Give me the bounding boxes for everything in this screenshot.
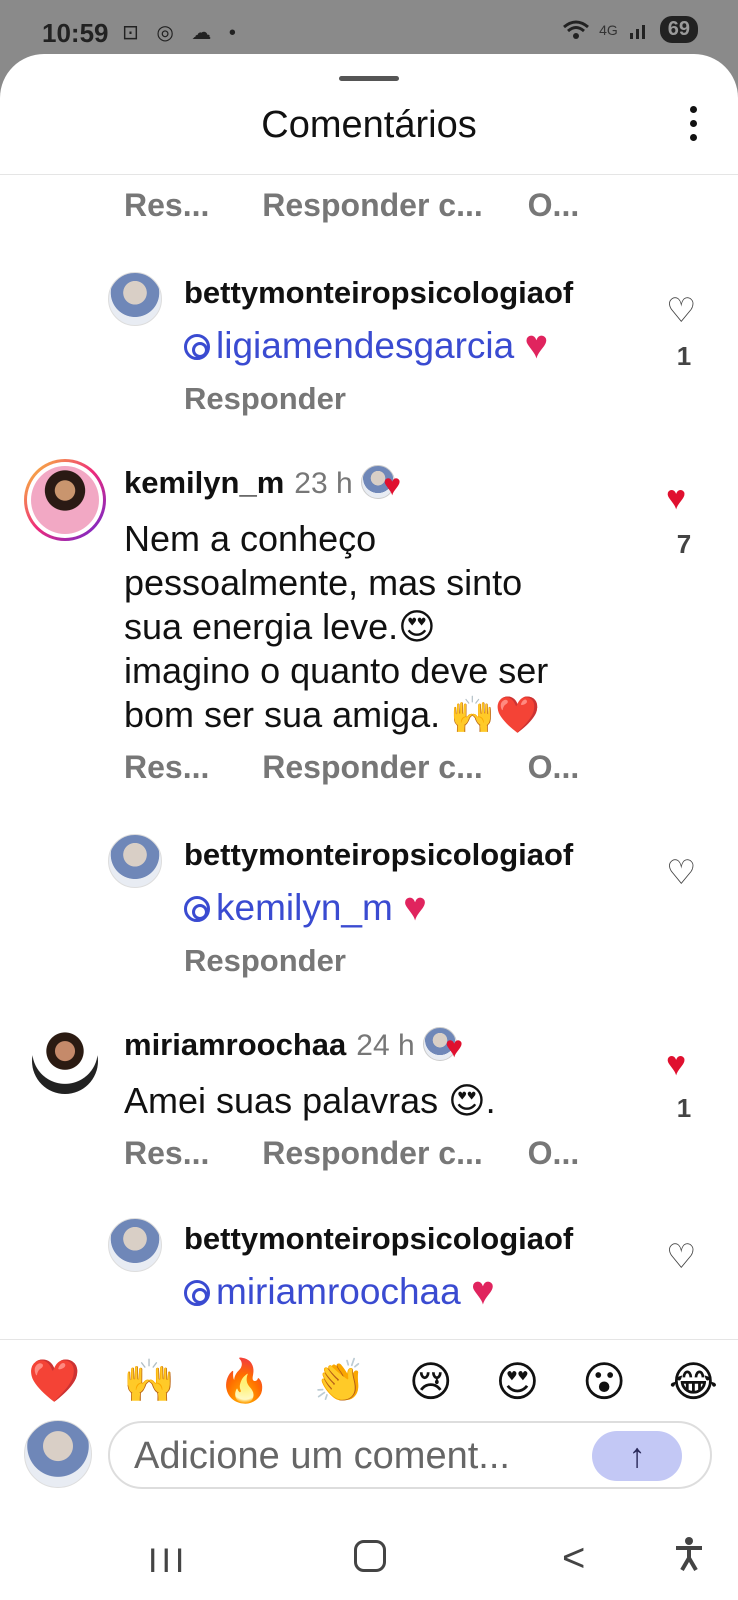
comment-username[interactable]: bettymonteiropsicologiaof	[184, 837, 573, 873]
heart-emoji: ♥	[403, 885, 427, 929]
comment-input[interactable]: Adicione um coment... ↑	[108, 1421, 712, 1489]
emoji-fire-button[interactable]: 🔥	[218, 1357, 270, 1406]
more-actions-link[interactable]: O...	[528, 749, 580, 785]
composer-divider	[0, 1339, 738, 1340]
page-title: Comentários	[261, 104, 477, 146]
mention-text: miriamroochaa	[216, 1271, 461, 1312]
comment-username[interactable]: bettymonteiropsicologiaof	[184, 1221, 573, 1257]
comment-actions: Res... Responder c... O...	[124, 749, 579, 786]
avatar-photo	[31, 466, 99, 534]
avatar[interactable]	[32, 1028, 98, 1094]
notification-icons: ⊡ ◎ ☁ •	[122, 22, 242, 44]
comment-text-line: sua energia leve.😍	[124, 606, 436, 647]
back-icon[interactable]: <	[562, 1536, 585, 1581]
reply-button[interactable]: Responder	[184, 943, 346, 979]
mention-text: kemilyn_m	[216, 887, 393, 928]
system-nav-bar: III <	[0, 1500, 738, 1600]
emoji-raised-hands-button[interactable]: 🙌	[123, 1357, 175, 1406]
comment-actions: Res... Responder c... O...	[124, 1135, 579, 1172]
reply-short-link[interactable]: Res...	[124, 749, 209, 785]
comment-actions: Res... Responder c... O...	[124, 187, 579, 224]
status-time: 10:59	[42, 18, 109, 48]
heart-filled-icon[interactable]: ♥	[666, 1045, 686, 1084]
reply-to-link[interactable]: Responder c...	[262, 1135, 483, 1171]
reply-button[interactable]: Responder	[184, 381, 346, 417]
comment-header: kemilyn_m 23 h ♥	[124, 465, 401, 503]
reply-short-link[interactable]: Res...	[124, 187, 209, 223]
comment-text: Nem a conheço pessoalmente, mas sinto su…	[124, 517, 644, 737]
like-count: 1	[676, 341, 692, 371]
reply-to-link[interactable]: Responder c...	[262, 187, 483, 223]
emoji-surprised-button[interactable]: 😮	[582, 1357, 626, 1406]
emoji-heart-button[interactable]: ❤️	[28, 1357, 80, 1406]
comment-text-line: Nem a conheço	[124, 518, 377, 559]
battery-indicator: 69	[659, 16, 698, 43]
comment-list[interactable]: Res... Responder c... O... bettymonteiro…	[0, 175, 738, 1393]
threads-icon	[184, 1280, 210, 1306]
reply-short-link[interactable]: Res...	[124, 1135, 209, 1171]
comment-input-placeholder: Adicione um coment...	[134, 1435, 510, 1477]
emoji-laughing-button[interactable]: 😂	[669, 1357, 718, 1406]
heart-emoji: ♥	[524, 323, 549, 367]
threads-icon	[184, 896, 210, 922]
mention-link[interactable]: ligiamendesgarcia ♥	[184, 323, 548, 368]
home-icon[interactable]	[354, 1540, 386, 1572]
more-actions-link[interactable]: O...	[528, 1135, 580, 1171]
heart-filled-icon[interactable]: ♥	[666, 479, 686, 518]
signal-icon	[629, 24, 645, 39]
sheet-grabber[interactable]	[339, 76, 399, 81]
status-bar: 10:59 ⊡ ◎ ☁ • 4G 69	[0, 0, 738, 62]
threads-icon	[184, 334, 210, 360]
avatar[interactable]	[24, 459, 106, 541]
quick-emoji-bar: ❤️ 🙌 🔥 👏 😢 😍 😮 😂	[28, 1357, 718, 1406]
emoji-crying-button[interactable]: 😢	[409, 1357, 453, 1406]
creator-heart-icon: ♥	[383, 469, 402, 502]
comment-time: 23 h	[294, 467, 353, 500]
accessibility-glyph	[676, 1537, 702, 1572]
accessibility-icon[interactable]	[674, 1536, 704, 1581]
avatar[interactable]	[108, 1218, 162, 1272]
comment-text: Amei suas palavras 😍.	[124, 1080, 496, 1121]
comment-text-line: pessoalmente, mas sinto	[124, 562, 523, 603]
more-actions-link[interactable]: O...	[528, 187, 580, 223]
emoji-clap-button[interactable]: 👏	[314, 1357, 366, 1406]
recent-apps-icon[interactable]: III	[148, 1542, 188, 1581]
comment-text-line: bom ser sua amiga. 🙌❤️	[124, 694, 540, 735]
avatar[interactable]	[108, 834, 162, 888]
mention-link[interactable]: miriamroochaa ♥	[184, 1269, 495, 1314]
mention-link[interactable]: kemilyn_m ♥	[184, 885, 427, 930]
reply-to-link[interactable]: Responder c...	[262, 749, 483, 785]
like-count: 1	[676, 1093, 692, 1123]
wifi-icon	[563, 20, 590, 39]
system-icons: 4G 69	[563, 16, 698, 43]
network-label: 4G	[599, 21, 618, 38]
heart-outline-icon[interactable]: ♡	[666, 291, 696, 331]
comment-text-line: imagino o quanto deve ser	[124, 650, 549, 691]
composer-avatar	[24, 1420, 92, 1488]
more-options-icon[interactable]	[690, 106, 698, 142]
comment-header: miriamroochaa 24 h ♥	[124, 1027, 463, 1065]
heart-emoji: ♥	[470, 1269, 495, 1313]
avatar[interactable]	[108, 272, 162, 326]
heart-outline-icon[interactable]: ♡	[666, 1237, 696, 1277]
comment-username[interactable]: bettymonteiropsicologiaof	[184, 275, 573, 311]
heart-outline-icon[interactable]: ♡	[666, 853, 696, 893]
send-button[interactable]: ↑	[592, 1431, 682, 1481]
comment-time: 24 h	[356, 1029, 415, 1062]
emoji-heart-eyes-button[interactable]: 😍	[496, 1357, 540, 1406]
like-count: 7	[676, 529, 692, 559]
comment-username[interactable]: miriamroochaa	[124, 1027, 346, 1062]
creator-heart-icon: ♥	[445, 1031, 464, 1064]
comment-username[interactable]: kemilyn_m	[124, 465, 284, 500]
mention-text: ligiamendesgarcia	[216, 325, 515, 366]
